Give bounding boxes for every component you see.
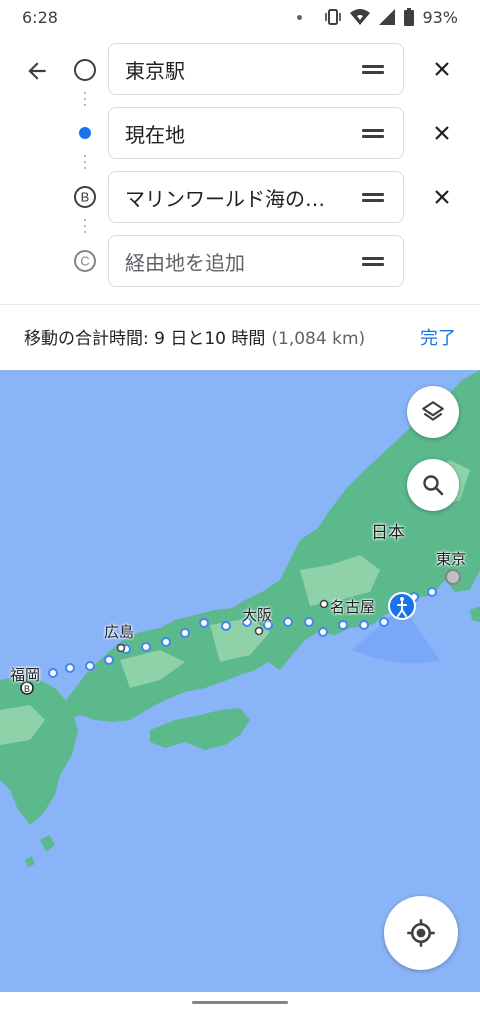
wifi-icon xyxy=(350,9,371,25)
remove-stop-button[interactable] xyxy=(428,55,456,83)
stop-placeholder: 経由地を追加 xyxy=(125,250,245,275)
map-label-fukuoka: 福岡 xyxy=(10,666,41,684)
stop-field-destination-b[interactable]: マリンワールド海の… xyxy=(108,171,404,223)
drag-handle-icon[interactable] xyxy=(343,172,403,222)
svg-text:C: C xyxy=(80,254,89,269)
drag-handle-icon[interactable] xyxy=(343,236,403,286)
dot-indicator-icon xyxy=(297,14,303,20)
current-location-dot-icon xyxy=(79,127,91,139)
map-label-osaka: 大阪 xyxy=(242,606,273,624)
connector-dots xyxy=(84,219,86,237)
drag-handle-icon[interactable] xyxy=(343,44,403,94)
map-view[interactable]: B 日本 東京 名古屋 大阪 広島 福岡 xyxy=(0,370,480,992)
done-button[interactable]: 完了 xyxy=(420,324,456,350)
stop-label: 東京駅 xyxy=(125,58,185,83)
home-gesture-handle[interactable] xyxy=(192,1001,288,1004)
close-icon xyxy=(435,126,449,140)
connector-dots xyxy=(84,92,86,110)
battery-icon xyxy=(404,8,415,26)
map-label-japan: 日本 xyxy=(371,523,405,543)
stop-c-marker-icon: C xyxy=(74,250,96,272)
layers-icon xyxy=(422,401,444,421)
total-travel-time: 移動の合計時間: 9 日と10 時間 xyxy=(24,329,266,349)
divider xyxy=(0,304,480,305)
my-location-button[interactable] xyxy=(384,896,458,970)
back-button[interactable] xyxy=(20,54,54,88)
total-distance: (1,084 km) xyxy=(271,329,366,349)
system-nav-bar xyxy=(0,992,480,1013)
add-stop-field[interactable]: 経由地を追加 xyxy=(108,235,404,287)
trip-summary: 移動の合計時間: 9 日と10 時間 (1,084 km) xyxy=(24,324,365,349)
search-icon xyxy=(423,475,444,496)
svg-text:B: B xyxy=(24,684,30,694)
close-icon xyxy=(435,62,449,76)
remove-stop-button[interactable] xyxy=(428,183,456,211)
map-label-tokyo: 東京 xyxy=(436,550,467,568)
layers-button[interactable] xyxy=(407,386,459,438)
vibrate-icon xyxy=(325,9,342,25)
stop-field-current-location[interactable]: 現在地 xyxy=(108,107,404,159)
stop-label: マリンワールド海の… xyxy=(125,186,325,211)
stop-b-marker-icon: B xyxy=(74,186,96,208)
my-location-icon xyxy=(407,919,435,947)
map-label-hiroshima: 広島 xyxy=(104,623,135,641)
status-bar: 6:28 93% xyxy=(0,0,480,34)
stop-label: 現在地 xyxy=(125,122,185,147)
map-label-nagoya: 名古屋 xyxy=(330,598,376,616)
status-time: 6:28 xyxy=(22,7,58,27)
arrow-back-icon xyxy=(28,62,46,80)
origin-circle-icon xyxy=(74,59,96,81)
svg-text:B: B xyxy=(81,190,90,205)
stop-field-origin[interactable]: 東京駅 xyxy=(108,43,404,95)
close-icon xyxy=(435,190,449,204)
search-along-route-button[interactable] xyxy=(407,459,459,511)
signal-icon xyxy=(379,9,396,25)
battery-percent: 93% xyxy=(422,7,458,27)
remove-stop-button[interactable] xyxy=(428,119,456,147)
connector-dots xyxy=(84,155,86,173)
drag-handle-icon[interactable] xyxy=(343,108,403,158)
